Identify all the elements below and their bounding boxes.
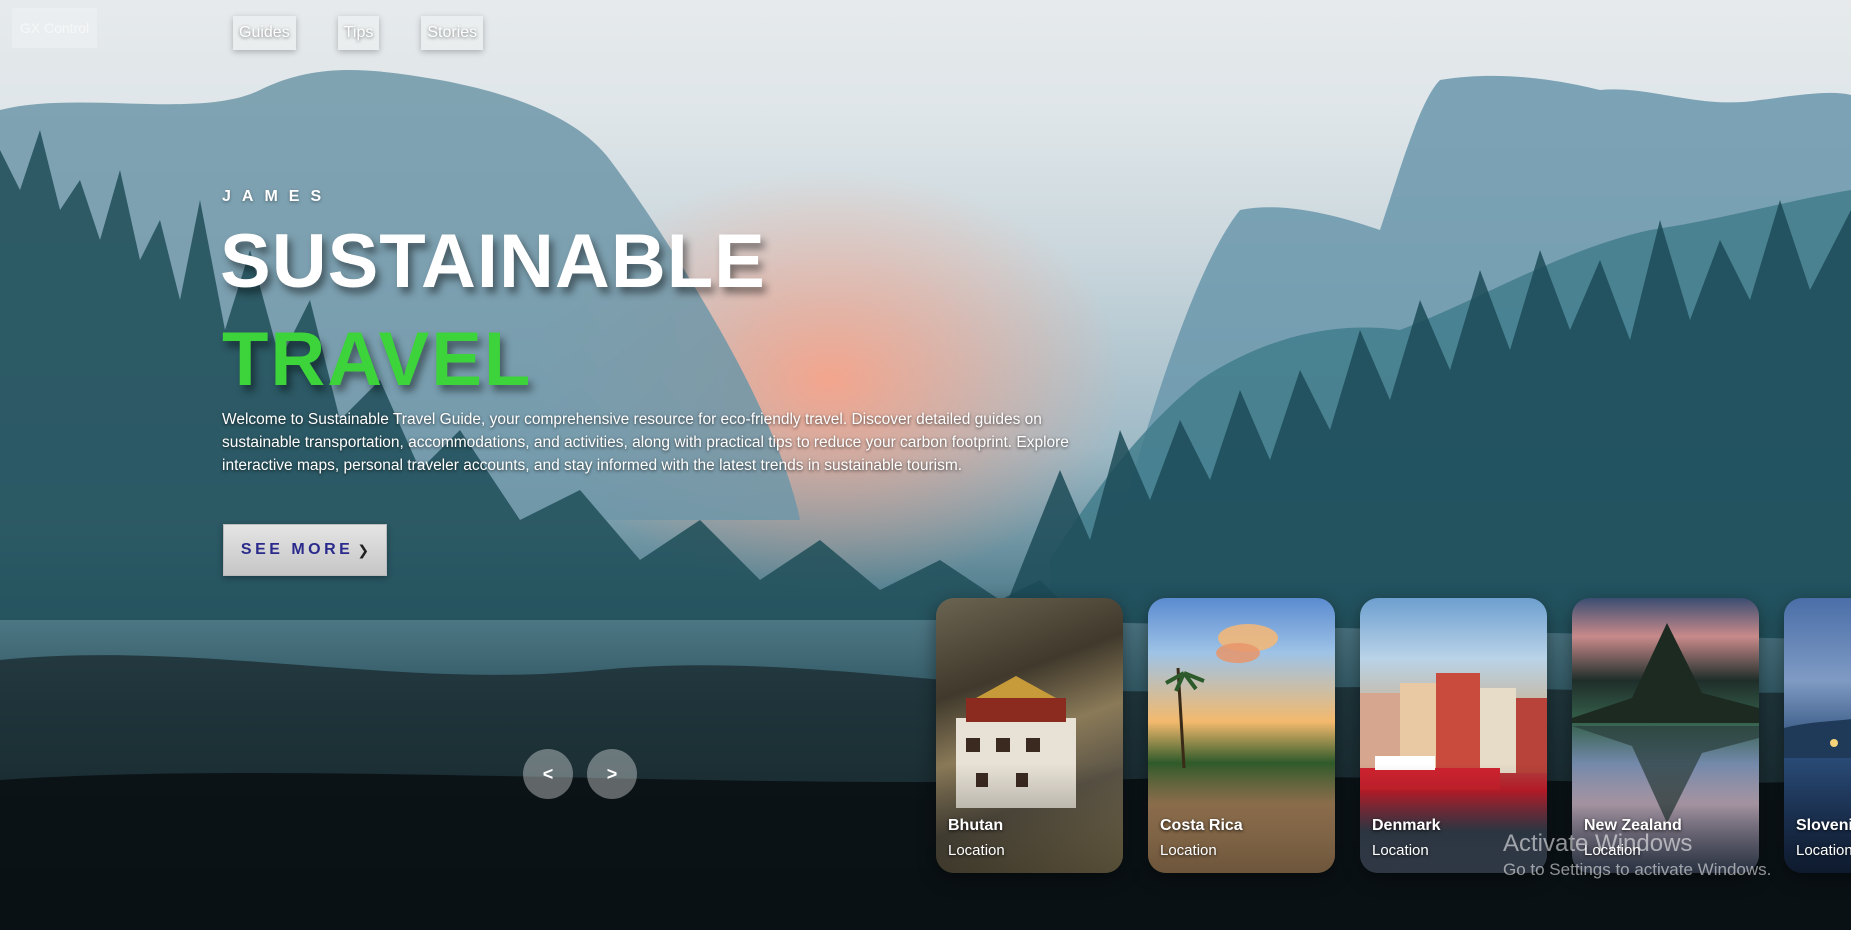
card-bhutan[interactable]: Bhutan Location — [936, 598, 1123, 873]
top-navigation: Guides Tips Stories — [233, 16, 484, 50]
hero-title-line1: SUSTAINABLE — [220, 219, 766, 304]
chevron-right-icon: ❯ — [357, 541, 370, 558]
hero-title-line2: TRAVEL — [222, 317, 533, 402]
watermark-subtitle: Go to Settings to activate Windows. — [1503, 860, 1772, 879]
prev-slide-button[interactable]: < — [523, 749, 573, 799]
top-left-control[interactable]: GX Control — [12, 8, 97, 48]
card-subtitle: Location — [1796, 842, 1851, 859]
card-title: Slovenia — [1796, 817, 1851, 834]
slider-controls: < > — [523, 749, 637, 799]
hero-description: Welcome to Sustainable Travel Guide, you… — [222, 411, 1069, 474]
card-slovenia[interactable]: Slovenia Location — [1784, 598, 1851, 873]
card-costa-rica[interactable]: Costa Rica Location — [1148, 598, 1335, 873]
see-more-button[interactable]: SEE MORE ❯ — [223, 524, 387, 576]
nav-stories[interactable]: Stories — [421, 16, 484, 50]
hero-author: JAMES — [222, 188, 333, 205]
card-subtitle: Location — [948, 842, 1005, 859]
card-title: Costa Rica — [1160, 817, 1243, 834]
nav-tips[interactable]: Tips — [337, 16, 380, 50]
nav-guides[interactable]: Guides — [233, 16, 296, 50]
hero-background: GX Control Guides Tips Stories JAMES SUS… — [0, 0, 1851, 930]
next-slide-button[interactable]: > — [587, 749, 637, 799]
card-subtitle: Location — [1160, 842, 1217, 859]
windows-activation-watermark: Activate Windows Go to Settings to activ… — [1503, 830, 1771, 880]
see-more-label: SEE MORE — [240, 541, 354, 558]
card-title: Bhutan — [948, 817, 1004, 834]
card-subtitle: Location — [1372, 842, 1429, 859]
watermark-title: Activate Windows — [1503, 830, 1693, 857]
card-title: Denmark — [1372, 817, 1441, 834]
